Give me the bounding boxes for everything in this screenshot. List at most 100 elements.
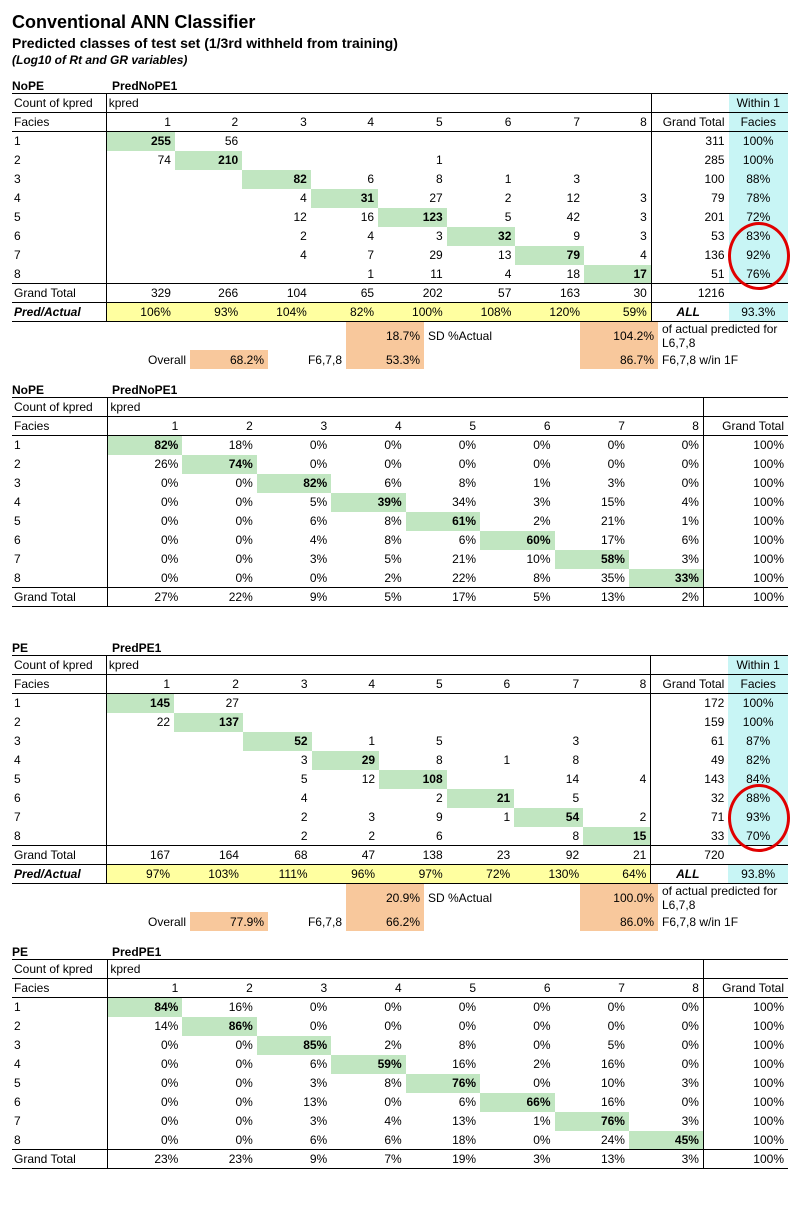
cell (106, 808, 174, 827)
cell: 65 (311, 284, 378, 303)
label-cell: 1 (12, 694, 106, 713)
cell: 2% (480, 512, 554, 531)
cell: 92% (729, 246, 788, 265)
section-header: PEPredPE1 (12, 641, 788, 655)
cell (447, 694, 515, 713)
cell: 4% (629, 493, 703, 512)
cell: 85% (257, 1036, 331, 1055)
label-cell: Count of kpred (12, 398, 108, 417)
cell: 79 (651, 189, 728, 208)
cell: 5 (379, 675, 447, 694)
cell (243, 694, 312, 713)
label-cell: Pred/Actual (12, 865, 106, 884)
page-subtitle: Predicted classes of test set (1/3rd wit… (12, 35, 788, 51)
label-cell: Grand Total (12, 284, 106, 303)
cell (312, 694, 380, 713)
cell: 1% (480, 474, 554, 493)
cell: 3 (257, 979, 331, 998)
cell (447, 151, 516, 170)
cell (583, 789, 651, 808)
cell: 1216 (651, 284, 728, 303)
cell: 0% (108, 1036, 182, 1055)
cell: 0% (257, 455, 331, 474)
cell: 76% (406, 1074, 480, 1093)
cell (242, 132, 311, 151)
cell: 27 (378, 189, 447, 208)
cell: 70% (728, 827, 788, 846)
cell: 3% (480, 1150, 554, 1169)
cell: 22% (182, 588, 256, 607)
confusion-counts-table: Count of kpredkpredWithin 1Facies1234567… (12, 655, 788, 884)
confusion-pct-table: Count of kpredkpredFacies12345678Grand T… (12, 959, 788, 1169)
cell: 13% (406, 1112, 480, 1131)
label-cell: 8 (12, 1131, 108, 1150)
cell: 100% (703, 1150, 788, 1169)
cell: 5% (257, 493, 331, 512)
cell: 8 (584, 113, 651, 132)
cell: 14% (108, 1017, 182, 1036)
cell (447, 713, 515, 732)
cell: 100% (703, 588, 788, 607)
cell: 34% (406, 493, 480, 512)
cell: 311 (651, 132, 728, 151)
cell: 13 (447, 246, 516, 265)
cell: 136 (651, 246, 728, 265)
cell (447, 770, 515, 789)
cell: 8 (378, 170, 447, 189)
cell: 0% (257, 998, 331, 1017)
section-header: NoPEPredNoPE1 (12, 79, 788, 93)
cell (175, 189, 242, 208)
cell: 4 (583, 770, 651, 789)
cell: 1 (447, 751, 515, 770)
cell: 100% (703, 455, 788, 474)
cell: 0% (257, 569, 331, 588)
cell: 23% (182, 1150, 256, 1169)
cell: 3% (555, 474, 629, 493)
cell (514, 713, 583, 732)
cell (584, 151, 651, 170)
cell: 8% (331, 531, 405, 550)
cell: 0% (629, 998, 703, 1017)
cell: 0% (257, 436, 331, 455)
cell: 8 (514, 751, 583, 770)
cell: 1 (106, 113, 175, 132)
cell (312, 713, 380, 732)
cell: 2 (243, 827, 312, 846)
cell: 72% (447, 865, 515, 884)
cell: 5% (480, 588, 554, 607)
cell: 7 (555, 417, 629, 436)
cell: 3 (242, 113, 311, 132)
cell: 4 (584, 246, 651, 265)
cell: 0% (406, 1017, 480, 1036)
cell: 100% (703, 569, 788, 588)
cell: 8% (406, 1036, 480, 1055)
cell: 1 (447, 808, 515, 827)
cell: 13% (257, 1093, 331, 1112)
cell (583, 732, 651, 751)
label-cell: Count of kpred (12, 960, 108, 979)
cell (447, 827, 515, 846)
cell: 0% (331, 1093, 405, 1112)
cell: 6 (379, 827, 447, 846)
cell: 4% (257, 531, 331, 550)
cell: 4 (331, 417, 405, 436)
cell: 5% (555, 1036, 629, 1055)
cell: 61% (406, 512, 480, 531)
label-cell: 8 (12, 265, 106, 284)
cell: 0% (331, 1017, 405, 1036)
cell: 4 (242, 246, 311, 265)
cell (175, 170, 242, 189)
cell: 120% (515, 303, 584, 322)
cell: 0% (108, 1093, 182, 1112)
cell: 82% (728, 751, 788, 770)
cell (175, 208, 242, 227)
cell: Grand Total (703, 979, 788, 998)
cell: 8% (331, 1074, 405, 1093)
cell: 0% (182, 1074, 256, 1093)
cell: 59% (584, 303, 651, 322)
cell: 100% (729, 151, 788, 170)
cell: 39% (331, 493, 405, 512)
cell: 3 (584, 208, 651, 227)
cell: 83% (729, 227, 788, 246)
label-cell: 5 (12, 512, 108, 531)
